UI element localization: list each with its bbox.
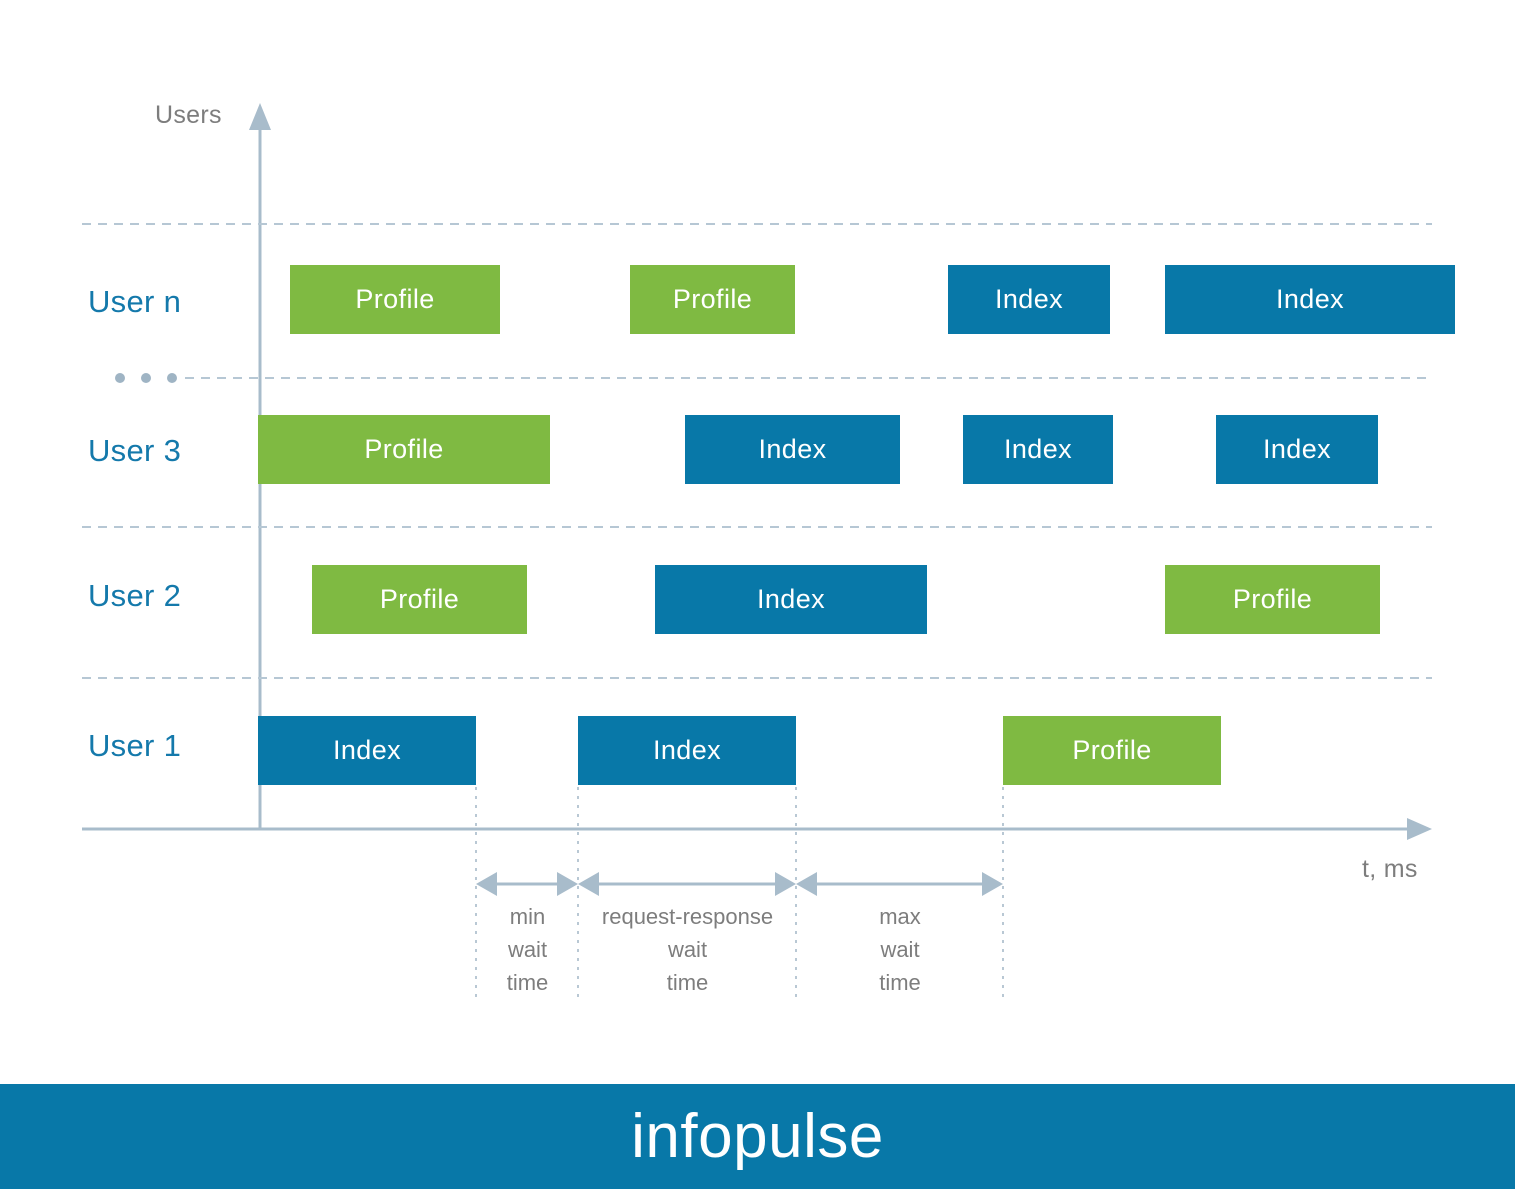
measure-caption-line: time: [506, 970, 549, 995]
measure-caption-line: max: [879, 904, 921, 929]
task-bar-label: Index: [1262, 434, 1332, 464]
task-bar-label: Index: [756, 584, 826, 614]
measure-caption-line: wait: [507, 937, 548, 962]
row-label-user-1: User 1: [88, 728, 182, 763]
task-bar-label: Index: [1275, 284, 1345, 314]
task-bar-user-2-1[interactable]: Profile: [312, 565, 527, 634]
measure-caption-line: request-response: [601, 904, 774, 929]
ellipsis-dot: [115, 373, 125, 383]
task-bar-user-3-3[interactable]: Index: [963, 415, 1113, 484]
request-response-wait-arrow: [578, 872, 796, 896]
task-bar-user-1-1[interactable]: Index: [258, 716, 476, 785]
ellipsis-dot: [141, 373, 151, 383]
task-bar-label: Index: [1003, 434, 1073, 464]
measure-caption-max-wait-time: max wait time: [797, 900, 1003, 999]
task-bar-user-n-2[interactable]: Profile: [630, 265, 795, 334]
measure-caption-request-response-wait-time: request-response wait time: [579, 900, 796, 999]
task-bar-label: Profile: [379, 584, 460, 614]
task-bar-label: Profile: [355, 284, 435, 314]
task-bar-label: Profile: [364, 434, 444, 464]
row-label-user-3: User 3: [88, 433, 182, 468]
task-bar-user-2-2[interactable]: Index: [655, 565, 927, 634]
task-bar-user-3-4[interactable]: Index: [1216, 415, 1378, 484]
task-bar-user-3-2[interactable]: Index: [685, 415, 900, 484]
min-wait-arrow: [476, 872, 578, 896]
max-wait-arrow: [796, 872, 1003, 896]
measure-caption-line: time: [879, 970, 921, 995]
task-bar-label: Index: [652, 735, 722, 765]
row-label-user-2: User 2: [88, 578, 182, 613]
measure-caption-line: time: [666, 970, 709, 995]
task-bar-user-1-3[interactable]: Profile: [1003, 716, 1221, 785]
task-bar-label: Index: [758, 434, 827, 464]
measure-caption-line: wait: [667, 937, 708, 962]
rows-ellipsis-indicator: [115, 373, 177, 383]
measure-caption-line: min: [509, 904, 546, 929]
footer-brand-bar: infopulse: [0, 1084, 1515, 1189]
diagram-canvas: Users t, ms User n User 3 User 2 User 1 …: [0, 0, 1515, 1189]
task-bar-label: Index: [332, 735, 402, 765]
x-axis-label: t, ms: [1362, 855, 1418, 883]
task-bar-user-n-3[interactable]: Index: [948, 265, 1110, 334]
task-bar-label: Index: [994, 284, 1064, 314]
task-bar-user-n-4[interactable]: Index: [1165, 265, 1455, 334]
measure-caption-min-wait-time: min wait time: [477, 900, 578, 999]
ellipsis-dot: [167, 373, 177, 383]
y-axis-label: Users: [155, 101, 222, 129]
task-bar-label: Profile: [1232, 584, 1313, 614]
task-bar-label: Profile: [1072, 735, 1152, 765]
task-bar-user-3-1[interactable]: Profile: [258, 415, 550, 484]
row-label-user-n: User n: [88, 284, 182, 319]
task-bar-user-1-2[interactable]: Index: [578, 716, 796, 785]
task-bar-user-2-3[interactable]: Profile: [1165, 565, 1380, 634]
task-bar-label: Profile: [672, 284, 753, 314]
task-bar-user-n-1[interactable]: Profile: [290, 265, 500, 334]
x-axis: [82, 818, 1432, 840]
infopulse-logo: infopulse: [631, 1102, 884, 1171]
measure-caption-line: wait: [880, 937, 920, 962]
